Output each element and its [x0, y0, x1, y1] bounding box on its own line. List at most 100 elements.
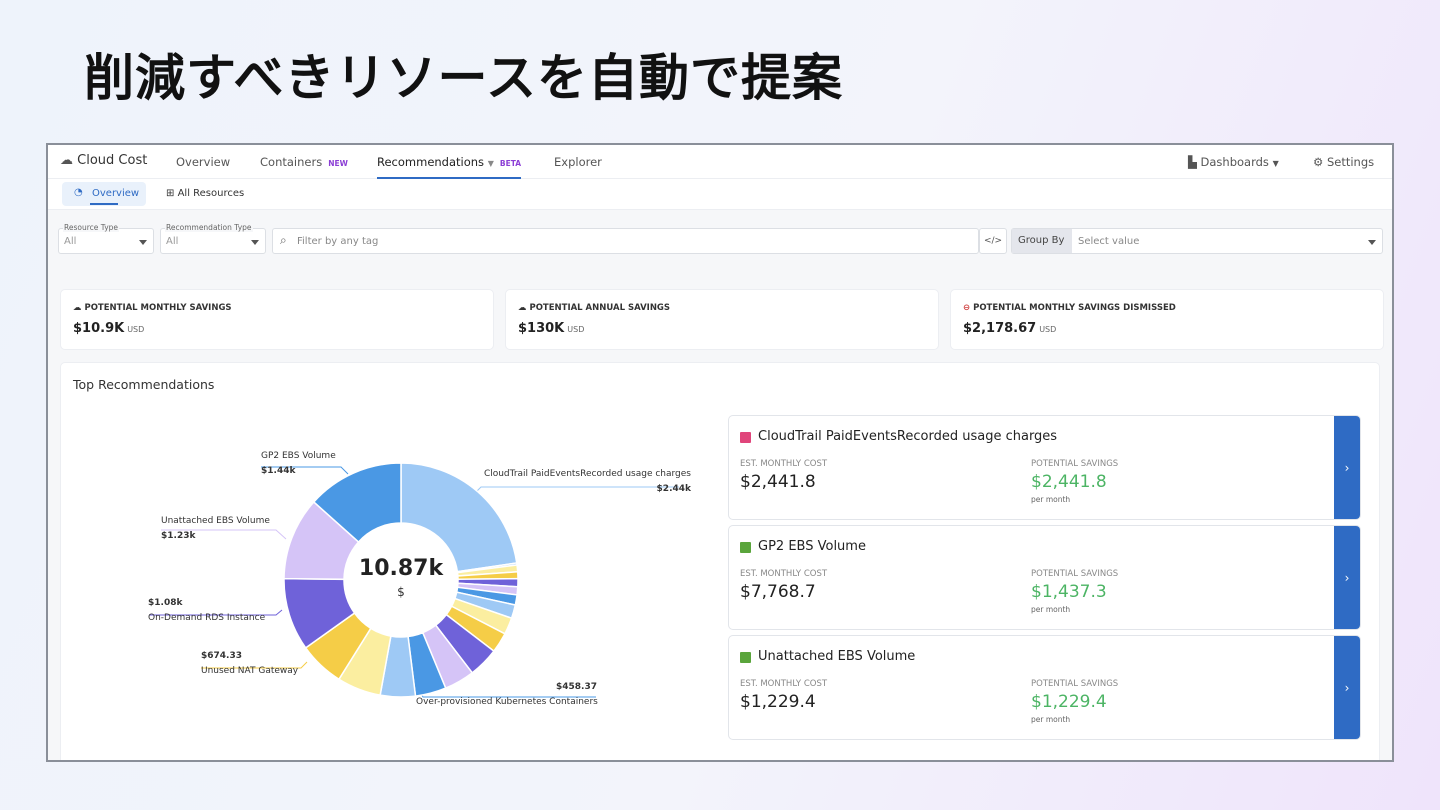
tab-explorer[interactable]: Explorer — [554, 155, 602, 169]
tab-containers[interactable]: Containers NEW — [260, 155, 348, 169]
cloud-dollar-icon: ☁ — [518, 303, 527, 313]
stat-annual-savings: ☁ POTENTIAL ANNUAL SAVINGS $130K USD — [505, 289, 939, 350]
label-cloudtrail: CloudTrail PaidEventsRecorded usage char… — [481, 469, 691, 494]
dashboards-menu[interactable]: ▙ Dashboards ▼ — [1188, 155, 1279, 169]
tab-label: Recommendations — [377, 155, 485, 169]
stat-unit: USD — [567, 325, 585, 334]
new-badge: NEW — [328, 159, 348, 168]
filter-bar: Resource Type All Recommendation Type All … — [48, 210, 1392, 267]
search-icon: ⌕ — [280, 233, 287, 247]
savings-label: POTENTIAL SAVINGS — [1031, 459, 1119, 469]
label-unattached: Unattached EBS Volume $1.23k — [161, 516, 270, 541]
slice-value: $1.23k — [161, 531, 196, 541]
chevron-right-icon[interactable]: › — [1334, 636, 1360, 739]
select-label: Resource Type — [63, 223, 120, 232]
slice-value: $2.44k — [656, 484, 691, 494]
savings-value: $1,437.3 — [1031, 582, 1107, 602]
slice-value: $1.08k — [148, 598, 183, 608]
stat-value: $10.9K — [73, 321, 125, 336]
cost-label: EST. MONTHLY COST — [740, 459, 828, 469]
chevron-right-icon[interactable]: › — [1334, 416, 1360, 519]
chevron-right-icon[interactable]: › — [1334, 526, 1360, 629]
chevron-down-icon: ▼ — [1272, 159, 1279, 168]
slice-name: GP2 EBS Volume — [261, 451, 336, 461]
stat-value: $130K — [518, 321, 565, 336]
per-month: per month — [1031, 715, 1071, 724]
top-nav: ☁ Cloud Cost Overview Containers NEW Reco… — [48, 145, 1392, 179]
label-gp2: GP2 EBS Volume $1.44k — [261, 451, 336, 476]
recommendation-card[interactable]: CloudTrail PaidEventsRecorded usage char… — [728, 415, 1361, 520]
recommendation-type-select[interactable]: Recommendation Type All — [160, 223, 266, 254]
donut-unit: $ — [397, 585, 405, 599]
slice-value: $1.44k — [261, 466, 296, 476]
ebs-icon — [740, 542, 751, 553]
group-by-select[interactable]: Group By Select value — [1011, 228, 1383, 254]
select-value: All — [64, 236, 77, 247]
group-by-placeholder: Select value — [1078, 236, 1140, 247]
settings-button[interactable]: ⚙ Settings — [1313, 155, 1374, 169]
chart-icon: ▙ — [1188, 155, 1197, 169]
content: ☁ POTENTIAL MONTHLY SAVINGS $10.9K USD ☁ P… — [48, 267, 1392, 760]
select-value: All — [166, 236, 179, 247]
tag-filter-input[interactable]: ⌕ Filter by any tag — [272, 228, 979, 254]
active-underline — [90, 203, 118, 205]
slice-name: Unused NAT Gateway — [201, 666, 299, 676]
stat-unit: USD — [127, 325, 145, 334]
caret-down-icon — [1368, 240, 1376, 245]
tab-recommendations[interactable]: Recommendations ▼ BETA — [377, 155, 522, 179]
stat-monthly-savings: ☁ POTENTIAL MONTHLY SAVINGS $10.9K USD — [60, 289, 494, 350]
subtab-all-resources[interactable]: ⊞ All Resources — [166, 188, 244, 199]
pie-icon: ◔ — [74, 187, 83, 198]
stat-title: POTENTIAL MONTHLY SAVINGS DISMISSED — [973, 303, 1176, 313]
card-title: Unattached EBS Volume — [758, 649, 916, 664]
cloud-cost-icon: ☁ — [60, 153, 73, 168]
per-month: per month — [1031, 495, 1071, 504]
stat-value: $2,178.67 — [963, 321, 1037, 336]
beta-badge: BETA — [499, 159, 522, 168]
cost-value: $7,768.7 — [740, 582, 816, 602]
cost-label: EST. MONTHLY COST — [740, 679, 828, 689]
slice-name: CloudTrail PaidEventsRecorded usage char… — [483, 469, 691, 479]
caret-down-icon — [251, 240, 259, 245]
cost-value: $1,229.4 — [740, 692, 816, 712]
code-icon: </> — [983, 236, 1003, 246]
settings-label: Settings — [1326, 155, 1375, 169]
slice-name: Over-provisioned Kubernetes Containers — [416, 697, 598, 707]
savings-value: $2,441.8 — [1031, 472, 1107, 492]
dashboards-label: Dashboards — [1200, 155, 1269, 169]
stat-title: POTENTIAL MONTHLY SAVINGS — [84, 303, 232, 313]
per-month: per month — [1031, 605, 1071, 614]
minus-circle-icon: ⊖ — [963, 303, 971, 313]
table-icon: ⊞ — [166, 188, 175, 199]
tag-placeholder: Filter by any tag — [297, 236, 379, 247]
donut-total: 10.87k — [358, 556, 444, 581]
gear-icon: ⚙ — [1313, 155, 1324, 169]
subtab-label: All Resources — [177, 188, 245, 199]
subtabs: ◔ Overview ⊞ All Resources — [48, 179, 1392, 210]
app-window: ☁ Cloud Cost Overview Containers NEW Reco… — [46, 143, 1394, 762]
page-headline: 削減すべきリソースを自動で提案 — [84, 49, 843, 107]
code-toggle-button[interactable]: </> — [979, 228, 1007, 254]
stat-unit: USD — [1039, 325, 1057, 334]
slice-value: $458.37 — [556, 682, 597, 692]
group-by-label: Group By — [1012, 229, 1072, 253]
savings-value: $1,229.4 — [1031, 692, 1107, 712]
tab-overview[interactable]: Overview — [176, 155, 230, 169]
chevron-down-icon: ▼ — [487, 159, 494, 168]
stat-dismissed-savings: ⊖ POTENTIAL MONTHLY SAVINGS DISMISSED $2,… — [950, 289, 1384, 350]
select-label: Recommendation Type — [165, 223, 253, 232]
subtab-overview[interactable]: ◔ Overview — [62, 182, 146, 206]
cloud-dollar-icon: ☁ — [73, 303, 82, 313]
slice-value: $674.33 — [201, 651, 242, 661]
recommendation-card[interactable]: GP2 EBS Volume EST. MONTHLY COST $7,768.7 P… — [728, 525, 1361, 630]
app-title-label: Cloud Cost — [77, 153, 148, 168]
subtab-label: Overview — [92, 188, 140, 199]
ebs-icon — [740, 652, 751, 663]
resource-type-select[interactable]: Resource Type All — [58, 223, 154, 254]
recommendation-card[interactable]: Unattached EBS Volume EST. MONTHLY COST $1… — [728, 635, 1361, 740]
slice-name: On-Demand RDS Instance — [148, 613, 266, 623]
top-recommendations-panel: Top Recommendations 10.87k $ GP2 EBS Vol… — [60, 362, 1380, 760]
app-title[interactable]: ☁ Cloud Cost — [60, 153, 147, 168]
label-rds: $1.08k On-Demand RDS Instance — [148, 598, 265, 623]
cloudtrail-icon — [740, 432, 751, 443]
